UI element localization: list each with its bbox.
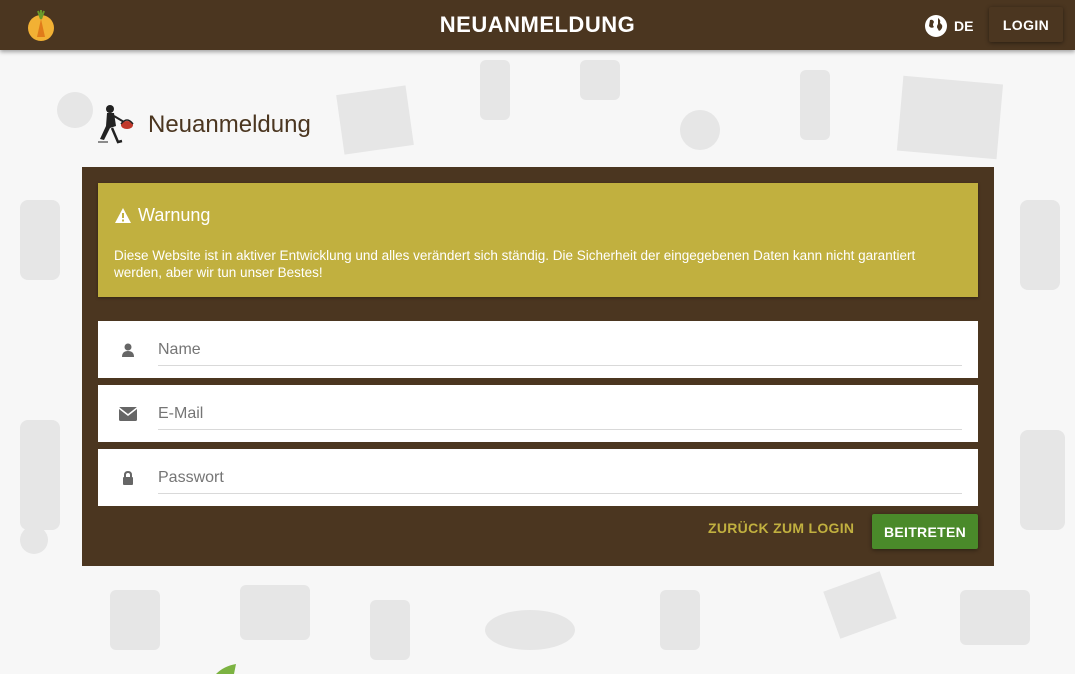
- name-input[interactable]: [158, 335, 962, 366]
- user-icon: [118, 341, 138, 359]
- lock-icon: [118, 469, 138, 487]
- warning-card: Warnung Diese Website ist in aktiver Ent…: [98, 183, 978, 297]
- language-label: DE: [954, 18, 974, 34]
- page-title: Neuanmeldung: [148, 111, 311, 138]
- warning-title: Warnung: [138, 205, 211, 225]
- password-field-row: [98, 449, 978, 506]
- top-app-bar: NEUANMELDUNG DE LOGIN: [0, 0, 1075, 50]
- password-input[interactable]: [158, 463, 962, 494]
- back-to-login-link[interactable]: ZURÜCK ZUM LOGIN: [708, 520, 854, 542]
- warning-message: Diese Website ist in aktiver Entwicklung…: [114, 248, 916, 280]
- email-input[interactable]: [158, 399, 962, 430]
- warning-triangle-icon: [115, 208, 131, 223]
- scrollbar-gutter: [1075, 0, 1087, 674]
- email-field-row: [98, 385, 978, 442]
- join-button[interactable]: BEITRETEN: [872, 514, 978, 549]
- name-field-row: [98, 321, 978, 378]
- envelope-icon: [118, 405, 138, 423]
- person-with-basket-icon: [98, 105, 134, 144]
- leaf-icon: [216, 664, 236, 674]
- globe-icon: [925, 15, 947, 37]
- page-heading: Neuanmeldung: [96, 102, 311, 148]
- signup-panel: Warnung Diese Website ist in aktiver Ent…: [82, 167, 994, 566]
- language-selector[interactable]: DE: [924, 14, 973, 38]
- login-button[interactable]: LOGIN: [989, 7, 1063, 42]
- warning-header: Warnung: [114, 205, 210, 226]
- app-title: NEUANMELDUNG: [439, 12, 636, 37]
